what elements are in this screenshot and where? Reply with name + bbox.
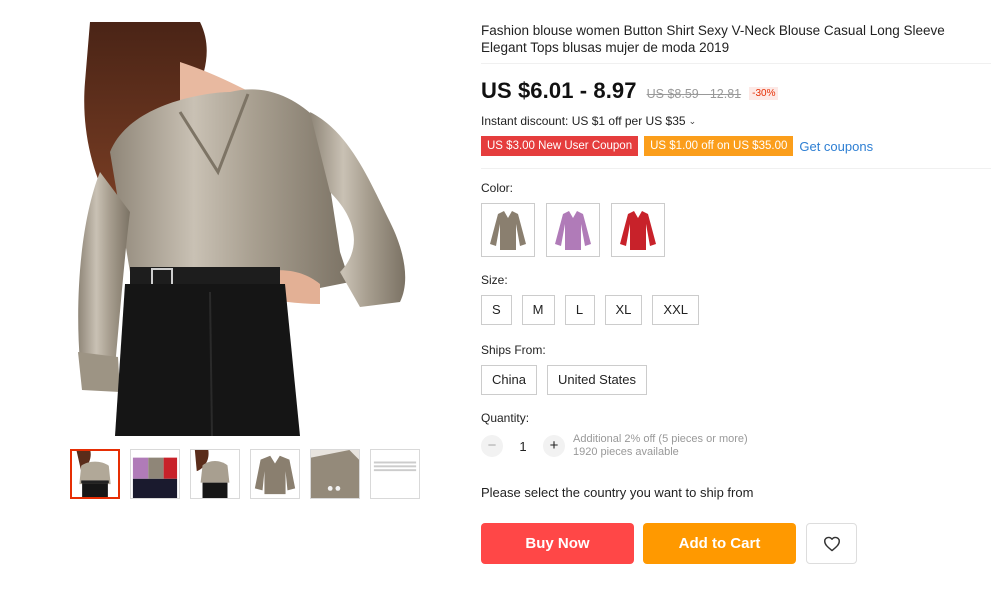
size-label: Size: [481, 273, 508, 287]
wishlist-button[interactable] [806, 523, 857, 564]
quantity-info: Additional 2% off (5 pieces or more) 192… [573, 433, 748, 459]
quantity-label: Quantity: [481, 411, 530, 425]
thumbnail-2[interactable] [130, 449, 180, 499]
quantity-decrease-button[interactable]: − [481, 435, 503, 457]
blouse-purple-swatch-icon [555, 211, 591, 250]
ships-from-china[interactable]: China [481, 365, 537, 395]
size-options: S M L XL XXL [481, 295, 991, 325]
size-option-xl[interactable]: XL [604, 295, 643, 325]
divider [481, 168, 991, 169]
buy-now-button[interactable]: Buy Now [481, 523, 634, 564]
bulk-discount-note: Additional 2% off (5 pieces or more) [573, 433, 748, 445]
blouse-khaki-swatch-icon [490, 211, 526, 250]
main-product-image[interactable] [70, 22, 424, 436]
new-user-coupon[interactable]: US $3.00 New User Coupon [481, 136, 639, 156]
ships-from-options: China United States [481, 365, 991, 395]
heart-icon [823, 536, 840, 551]
color-option-purple[interactable] [546, 203, 600, 257]
ships-from-label: Ships From: [481, 343, 546, 357]
thumbnail-3[interactable] [190, 449, 240, 499]
size-option-xxl[interactable]: XXL [652, 295, 699, 325]
ship-country-note: Please select the country you want to sh… [481, 485, 754, 500]
size-option-m[interactable]: M [521, 295, 555, 325]
add-to-cart-button[interactable]: Add to Cart [643, 523, 796, 564]
color-option-red[interactable] [611, 203, 665, 257]
color-options [481, 203, 991, 257]
stock-available: 1920 pieces available [573, 446, 679, 458]
color-label: Color: [481, 181, 514, 195]
quantity-stepper: − 1 + Additional 2% off (5 pieces or mor… [481, 433, 991, 459]
product-info: Fashion blouse women Button Shirt Sexy V… [481, 22, 991, 564]
instant-discount[interactable]: Instant discount: US $1 off per US $35 ⌄ [481, 114, 991, 128]
thumbnail-6[interactable] [370, 449, 420, 499]
original-price: US $8.59 - 12.81 [646, 87, 742, 101]
product-title: Fashion blouse women Button Shirt Sexy V… [481, 23, 945, 55]
thumbnail-strip [70, 449, 420, 499]
thumbnail-1[interactable] [70, 449, 120, 499]
instant-discount-text: Instant discount: US $1 off per US $35 [481, 114, 686, 128]
coupon-row: US $3.00 New User Coupon US $1.00 off on… [481, 136, 991, 156]
thumbnail-4[interactable] [250, 449, 300, 499]
size-option-l[interactable]: L [564, 295, 595, 325]
ships-from-united-states[interactable]: United States [546, 365, 648, 395]
quantity-value[interactable]: 1 [503, 439, 543, 454]
current-price: US $6.01 - 8.97 [481, 78, 637, 103]
blouse-red-swatch-icon [620, 211, 656, 250]
thumbnail-5[interactable] [310, 449, 360, 499]
price-row: US $6.01 - 8.97 US $8.59 - 12.81 -30% [481, 78, 991, 104]
store-coupon[interactable]: US $1.00 off on US $35.00 [644, 136, 794, 156]
get-coupons-link[interactable]: Get coupons [799, 139, 873, 154]
discount-badge: -30% [749, 87, 779, 100]
divider [481, 63, 991, 64]
quantity-increase-button[interactable]: + [543, 435, 565, 457]
size-option-s[interactable]: S [481, 295, 512, 325]
action-buttons: Buy Now Add to Cart [481, 523, 991, 564]
chevron-down-icon: ⌄ [688, 115, 697, 126]
color-option-khaki[interactable] [481, 203, 535, 257]
